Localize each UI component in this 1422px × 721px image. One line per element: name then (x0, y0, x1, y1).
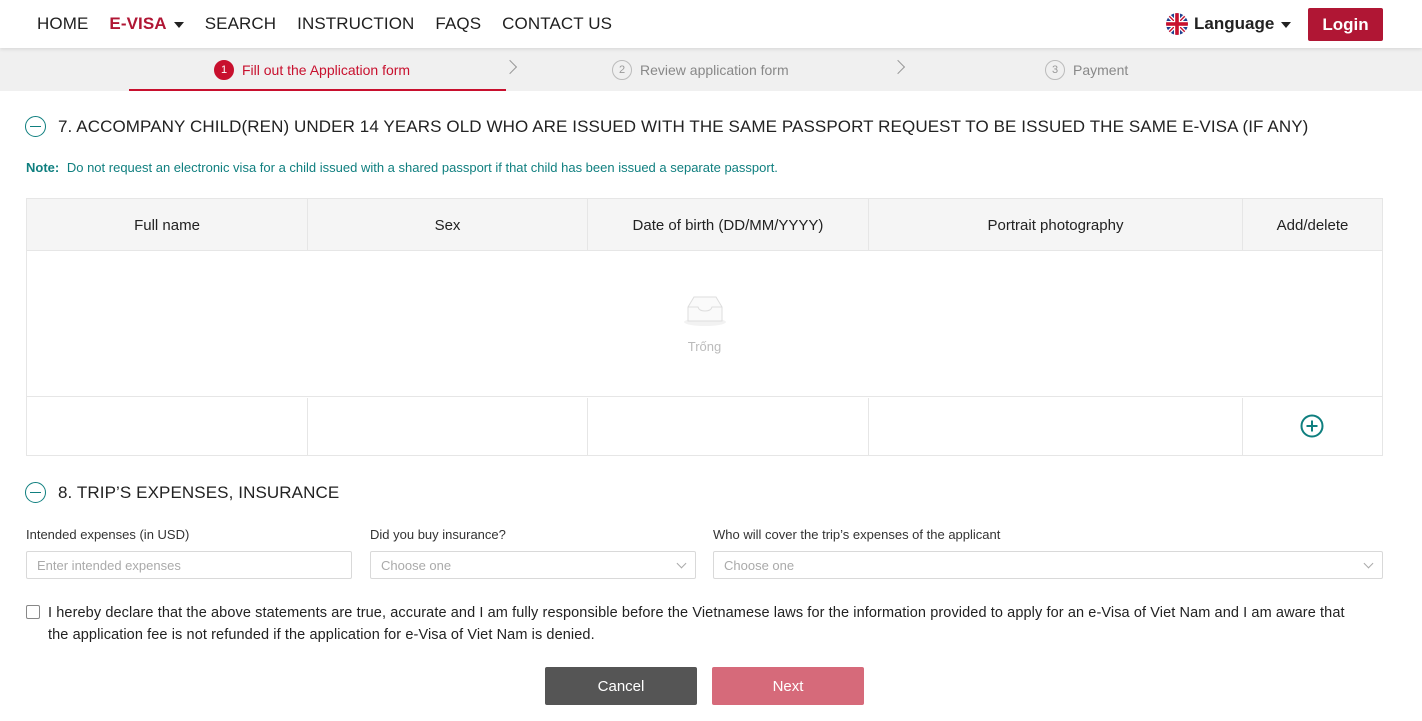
step-review: 2 Review application form (612, 48, 789, 91)
step-fill-form: 1 Fill out the Application form (214, 48, 410, 91)
nav-evisa-label: E-VISA (109, 14, 167, 33)
expenses-label: Intended expenses (in USD) (26, 527, 190, 542)
top-navigation: HOME E-VISA SEARCH INSTRUCTION FAQS CONT… (0, 0, 1422, 48)
nav-evisa[interactable]: E-VISA (109, 14, 184, 34)
collapse-icon[interactable] (25, 116, 46, 137)
column-header: Full name (27, 199, 308, 251)
note-label: Note: (26, 160, 60, 175)
step-label: Fill out the Application form (242, 61, 411, 78)
cover-label: Who will cover the trip’s expenses of th… (713, 527, 1001, 542)
chevron-down-icon (676, 558, 687, 569)
progress-steps: 1 Fill out the Application form 2 Review… (0, 48, 1422, 91)
empty-inbox-icon (684, 296, 726, 326)
insurance-label: Did you buy insurance? (370, 527, 506, 542)
declaration-checkbox[interactable] (26, 605, 40, 619)
nav-faqs[interactable]: FAQS (435, 14, 481, 34)
caret-down-icon (173, 22, 184, 28)
cover-value: Choose one (724, 557, 795, 573)
table-cell (27, 398, 308, 455)
empty-text: Trống (687, 339, 722, 354)
step-number: 3 (1045, 59, 1065, 80)
table-cell (308, 398, 588, 455)
column-header: Date of birth (DD/MM/YYYY) (588, 199, 869, 251)
next-button[interactable]: Next (712, 667, 864, 705)
nav-search[interactable]: SEARCH (205, 14, 276, 34)
add-circle-icon[interactable] (1300, 414, 1324, 438)
uk-flag-icon (1166, 13, 1188, 35)
empty-state: Trống (27, 251, 1382, 397)
column-header: Portrait photography (869, 199, 1243, 251)
active-step-underline (129, 89, 506, 91)
nav-contact-us[interactable]: CONTACT US (502, 14, 612, 34)
section-title: 7. ACCOMPANY CHILD(REN) UNDER 14 YEARS O… (58, 116, 1309, 136)
expenses-input[interactable]: Enter intended expenses (26, 551, 352, 579)
login-button[interactable]: Login (1308, 8, 1383, 41)
section-7-header: 7. ACCOMPANY CHILD(REN) UNDER 14 YEARS O… (25, 116, 1308, 137)
nav-home[interactable]: HOME (37, 14, 88, 34)
step-number: 2 (612, 59, 632, 80)
cancel-button[interactable]: Cancel (545, 667, 697, 705)
note-text: Do not request an electronic visa for a … (66, 160, 778, 175)
step-payment: 3 Payment (1045, 48, 1128, 91)
step-label: Review application form (640, 61, 789, 78)
chevron-right-icon (890, 59, 906, 75)
section-8-header: 8. TRIP’S EXPENSES, INSURANCE (25, 482, 339, 503)
chevron-right-icon (502, 59, 518, 75)
column-header: Sex (308, 199, 588, 251)
table-cell (869, 398, 1243, 455)
column-header: Add/delete (1276, 216, 1349, 234)
declaration-text: I hereby declare that the above statemen… (48, 605, 1345, 643)
language-selector[interactable]: Language (1166, 12, 1292, 36)
table-cell (588, 398, 869, 455)
section-title: 8. TRIP’S EXPENSES, INSURANCE (58, 482, 340, 502)
children-table: Full name Sex Date of birth (DD/MM/YYYY)… (26, 198, 1383, 456)
chevron-down-icon (1363, 558, 1374, 569)
step-number: 1 (214, 59, 234, 80)
insurance-value: Choose one (381, 557, 452, 573)
add-row (27, 398, 1382, 455)
expenses-placeholder: Enter intended expenses (37, 557, 181, 573)
declaration: I hereby declare that the above statemen… (26, 602, 1366, 646)
nav-links: HOME E-VISA SEARCH INSTRUCTION FAQS CONT… (37, 0, 633, 48)
step-label: Payment (1073, 61, 1129, 78)
insurance-select[interactable]: Choose one (370, 551, 696, 579)
collapse-icon[interactable] (25, 482, 46, 503)
cover-select[interactable]: Choose one (713, 551, 1383, 579)
note: Note: Do not request an electronic visa … (26, 160, 778, 175)
language-label: Language (1194, 14, 1275, 33)
table-header: Full name Sex Date of birth (DD/MM/YYYY)… (27, 199, 1382, 251)
caret-down-icon (1281, 22, 1292, 28)
nav-instruction[interactable]: INSTRUCTION (297, 14, 414, 34)
